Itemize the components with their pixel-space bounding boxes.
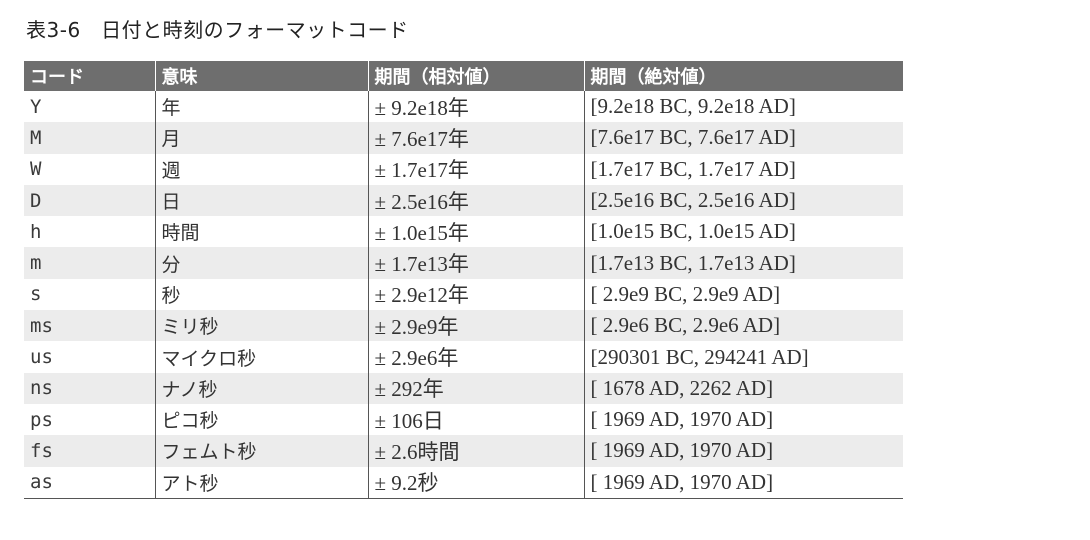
- cell-absolute-span: [ 1969 AD, 1970 AD]: [583, 435, 903, 467]
- table-row: m 分 ± 1.7e13年 [1.7e13 BC, 1.7e13 AD]: [24, 247, 903, 279]
- cell-meaning: 時間: [154, 216, 368, 248]
- table-row: us マイクロ秒 ± 2.9e6年 [290301 BC, 294241 AD]: [24, 341, 903, 373]
- cell-absolute-span: [ 2.9e6 BC, 2.9e6 AD]: [583, 310, 903, 342]
- cell-meaning: 秒: [154, 278, 368, 311]
- cell-relative-span: ± 2.9e6年: [367, 341, 584, 373]
- table-row: ns ナノ秒 ± 292年[ 1678 AD, 2262 AD]: [24, 372, 903, 404]
- cell-code: ps: [30, 408, 53, 431]
- cell-code: ms: [24, 310, 155, 342]
- cell-absolute-span: [ 1678 AD, 2262 AD]: [583, 372, 903, 404]
- cell-meaning: ナノ秒: [154, 372, 368, 404]
- page: 表3-6 日付と時刻のフォーマットコード コード 意味 期間（相対値） 期間（絶…: [0, 0, 1090, 540]
- table-row: as アト秒 ± 9.2秒[ 1969 AD, 1970 AD]: [24, 466, 903, 499]
- cell-meaning: ピコ秒: [154, 403, 368, 436]
- header-absolute-span: 期間（絶対値）: [583, 61, 903, 91]
- cell-meaning: 日: [154, 184, 368, 217]
- cell-meaning: 分: [154, 247, 368, 279]
- table-row: W 週 ± 1.7e17年 [1.7e17 BC, 1.7e17 AD]: [24, 153, 903, 185]
- table-row: h 時間 ± 1.0e15年 [1.0e15 BC, 1.0e15 AD]: [24, 216, 903, 248]
- format-code-table: コード 意味 期間（相対値） 期間（絶対値） Y 年 ± 9.2e18年 [9.2e1…: [24, 61, 903, 499]
- table-row: s 秒 ± 2.9e12年[ 2.9e9 BC, 2.9e9 AD]: [24, 278, 903, 311]
- table-caption: 表3-6 日付と時刻のフォーマットコード: [26, 18, 409, 42]
- cell-meaning: アト秒: [154, 466, 368, 499]
- cell-code: m: [24, 247, 155, 279]
- cell-code: fs: [24, 435, 155, 467]
- table-row: Y 年 ± 9.2e18年 [9.2e18 BC, 9.2e18 AD]: [24, 91, 903, 123]
- cell-relative-span: ± 9.2e18年: [367, 91, 584, 123]
- cell-meaning: 週: [154, 153, 368, 185]
- header-meaning: 意味: [154, 61, 368, 91]
- cell-code: as: [24, 466, 155, 499]
- header-row: コード 意味 期間（相対値） 期間（絶対値）: [24, 61, 903, 91]
- cell-absolute-span: [290301 BC, 294241 AD]: [583, 341, 903, 373]
- cell-code: Y: [30, 95, 42, 118]
- table-row: ps ピコ秒 ± 106日[ 1969 AD, 1970 AD]: [24, 403, 903, 436]
- cell-relative-span: ± 2.6時間: [367, 435, 584, 467]
- cell-meaning: 月: [154, 122, 368, 154]
- table-row: fs フェムト秒 ± 2.6時間[ 1969 AD, 1970 AD]: [24, 435, 903, 467]
- cell-relative-span: ± 2.9e9年: [367, 310, 584, 342]
- cell-code: M: [24, 122, 155, 154]
- cell-relative-span: ± 7.6e17年: [367, 122, 584, 154]
- cell-relative-span: ± 2.5e16年: [367, 184, 584, 217]
- cell-code: h: [30, 220, 42, 243]
- cell-code: us: [30, 346, 53, 369]
- header-relative-span: 期間（相対値）: [367, 61, 584, 91]
- cell-absolute-span: [1.7e17 BC, 1.7e17 AD]: [583, 153, 903, 185]
- cell-relative-span: ± 292年: [367, 372, 584, 404]
- cell-meaning: ミリ秒: [154, 310, 368, 342]
- cell-code: s: [30, 283, 42, 306]
- table-header: コード 意味 期間（相対値） 期間（絶対値）: [24, 61, 903, 91]
- cell-absolute-span: [1.7e13 BC, 1.7e13 AD]: [583, 247, 903, 279]
- cell-absolute-span: [ 2.9e9 BC, 2.9e9 AD]: [583, 278, 903, 311]
- cell-absolute-span: [ 1969 AD, 1970 AD]: [583, 403, 903, 436]
- cell-absolute-span: [9.2e18 BC, 9.2e18 AD]: [583, 91, 903, 123]
- table-row: ms ミリ秒 ± 2.9e9年[ 2.9e6 BC, 2.9e6 AD]: [24, 310, 903, 342]
- table-row: D 日 ± 2.5e16年 [2.5e16 BC, 2.5e16 AD]: [24, 184, 903, 217]
- cell-relative-span: ± 1.7e17年: [367, 153, 584, 185]
- table-row: M 月 ± 7.6e17年 [7.6e17 BC, 7.6e17 AD]: [24, 122, 903, 154]
- cell-meaning: 年: [154, 91, 368, 123]
- cell-absolute-span: [ 1969 AD, 1970 AD]: [583, 466, 903, 499]
- cell-absolute-span: [2.5e16 BC, 2.5e16 AD]: [583, 184, 903, 217]
- cell-code: D: [24, 184, 155, 217]
- cell-relative-span: ± 2.9e12年: [367, 278, 584, 311]
- cell-code: ns: [24, 372, 155, 404]
- cell-relative-span: ± 9.2秒: [367, 466, 584, 499]
- cell-meaning: フェムト秒: [154, 435, 368, 467]
- cell-absolute-span: [7.6e17 BC, 7.6e17 AD]: [583, 122, 903, 154]
- header-code: コード: [24, 61, 155, 91]
- cell-meaning: マイクロ秒: [154, 341, 368, 373]
- cell-relative-span: ± 106日: [367, 403, 584, 436]
- table-body: Y 年 ± 9.2e18年 [9.2e18 BC, 9.2e18 AD] M 月 ± 7.6…: [24, 91, 903, 499]
- cell-code: W: [30, 158, 42, 181]
- cell-relative-span: ± 1.7e13年: [367, 247, 584, 279]
- cell-absolute-span: [1.0e15 BC, 1.0e15 AD]: [583, 216, 903, 248]
- cell-relative-span: ± 1.0e15年: [367, 216, 584, 248]
